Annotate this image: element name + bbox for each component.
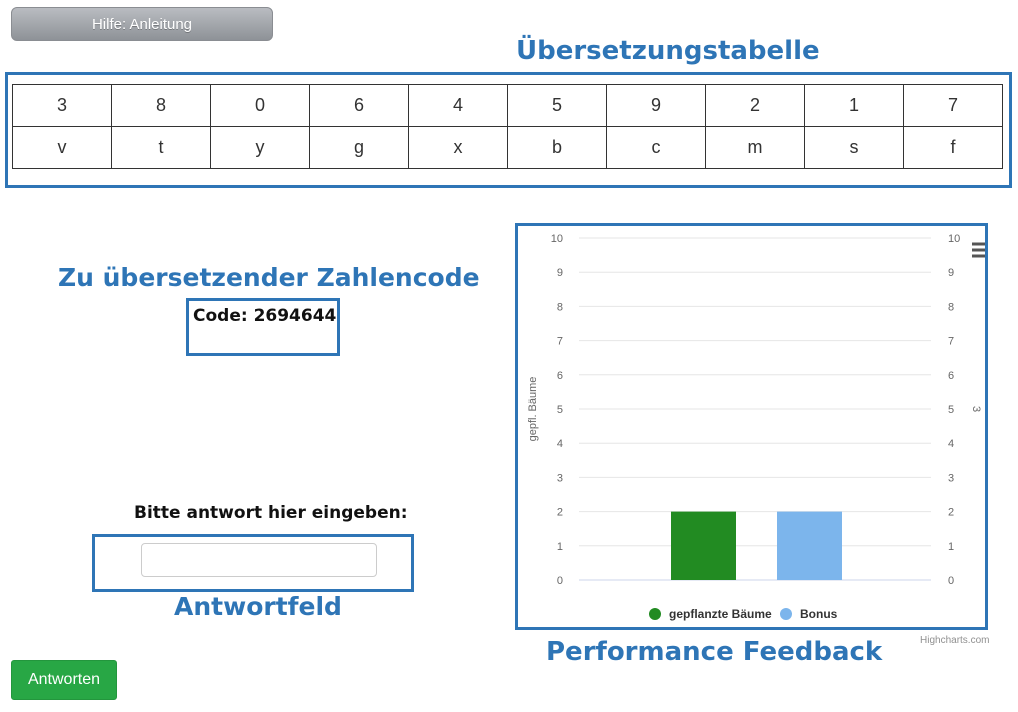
y-tick-label-right: 5	[948, 404, 954, 416]
bar-bonus	[777, 511, 842, 580]
letter-cell: v	[12, 126, 112, 169]
letter-cell: x	[408, 126, 508, 169]
y-tick-label: 7	[557, 336, 563, 348]
digit-cell: 8	[111, 84, 211, 127]
digit-cell: 4	[408, 84, 508, 127]
answer-prompt: Bitte antwort hier eingeben:	[134, 503, 408, 523]
menu-bar	[972, 242, 985, 246]
answer-input[interactable]	[141, 543, 377, 577]
y-tick-label: 9	[557, 267, 563, 279]
letter-row: v t y g x b c m s f	[12, 126, 1003, 169]
y-tick-label-right: 10	[948, 233, 960, 245]
letter-cell: f	[903, 126, 1003, 169]
y-tick-label: 10	[551, 233, 563, 245]
translation-table: 3 8 0 6 4 5 9 2 1 7 v t y g x b c m s f	[12, 84, 1003, 169]
y-tick-label-right: 3	[948, 472, 954, 484]
digit-cell: 0	[210, 84, 310, 127]
code-annotation: Zu übersetzender Zahlencode	[58, 263, 480, 292]
y-axis-title: gepfl. Bäume	[527, 377, 539, 442]
digit-cell: 1	[804, 84, 904, 127]
legend-label: Bonus	[800, 607, 838, 621]
y-tick-label-right: 0	[948, 575, 954, 587]
y-tick-label: 0	[557, 575, 563, 587]
y-tick-label-right: 2	[948, 507, 954, 519]
translation-table-annotation: Übersetzungstabelle	[516, 36, 820, 66]
letter-cell: t	[111, 126, 211, 169]
digit-cell: 3	[12, 84, 112, 127]
y-tick-label-right: 4	[948, 438, 954, 450]
letter-cell: m	[705, 126, 805, 169]
letter-cell: s	[804, 126, 904, 169]
y-tick-label-right: 8	[948, 301, 954, 313]
highcharts-credits[interactable]: Highcharts.com	[920, 635, 989, 646]
hamburger-menu-icon[interactable]	[972, 242, 985, 258]
letter-cell: y	[210, 126, 310, 169]
digit-cell: 7	[903, 84, 1003, 127]
y-tick-label: 6	[557, 370, 563, 382]
letter-cell: c	[606, 126, 706, 169]
help-button[interactable]: Hilfe: Anleitung	[11, 7, 273, 41]
y-axis-title-right: 3	[970, 406, 982, 412]
y-tick-label: 1	[557, 541, 563, 553]
answer-annotation: Antwortfeld	[174, 592, 342, 621]
legend-label: gepflanzte Bäume	[669, 607, 772, 621]
y-tick-label-right: 6	[948, 370, 954, 382]
y-tick-label-right: 7	[948, 336, 954, 348]
letter-cell: g	[309, 126, 409, 169]
letter-cell: b	[507, 126, 607, 169]
legend-marker	[649, 608, 661, 620]
digit-cell: 6	[309, 84, 409, 127]
y-tick-label: 5	[557, 404, 563, 416]
menu-bar	[972, 254, 985, 258]
digit-cell: 2	[705, 84, 805, 127]
y-tick-label: 2	[557, 507, 563, 519]
y-tick-label: 3	[557, 472, 563, 484]
legend-marker	[780, 608, 792, 620]
submit-button[interactable]: Antworten	[11, 660, 117, 700]
y-tick-label-right: 9	[948, 267, 954, 279]
y-tick-label: 4	[557, 438, 563, 450]
y-tick-label-right: 1	[948, 541, 954, 553]
digit-row: 3 8 0 6 4 5 9 2 1 7	[12, 84, 1003, 127]
bar-gepflanzte-baeume	[671, 511, 736, 580]
digit-cell: 9	[606, 84, 706, 127]
y-tick-label: 8	[557, 301, 563, 313]
menu-bar	[972, 248, 985, 252]
digit-cell: 5	[507, 84, 607, 127]
performance-chart: 0 0 1 1 2 2 3 3 4 4 5 5 6 6 7 7 8 8 9 9 10 10 gepfl. Bäume 3 gep…	[527, 233, 985, 621]
performance-annotation: Performance Feedback	[546, 637, 883, 667]
code-display: Code: 2694644	[193, 306, 337, 326]
